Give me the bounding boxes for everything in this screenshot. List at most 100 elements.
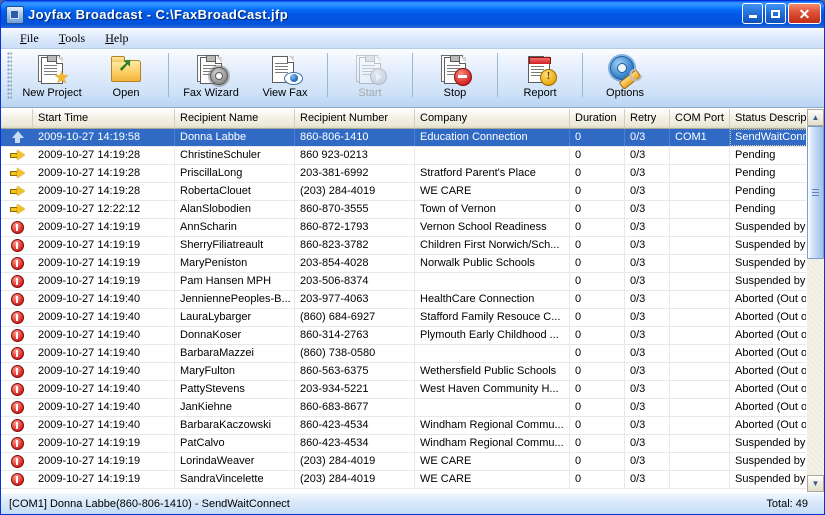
table-row[interactable]: 2009-10-27 14:19:28RobertaClouet(203) 28… bbox=[1, 183, 806, 201]
table-row[interactable]: 2009-10-27 14:19:19SandraVincelette(203)… bbox=[1, 471, 806, 489]
menu-file[interactable]: File bbox=[11, 29, 50, 48]
cell-name: LauraLybarger bbox=[175, 309, 295, 326]
table-row[interactable]: 2009-10-27 14:19:58Donna Labbe860-806-14… bbox=[1, 129, 806, 147]
column-header-company[interactable]: Company bbox=[415, 109, 570, 128]
column-header-status-description[interactable]: Status Description bbox=[730, 109, 806, 128]
toolbar-new-project-label: New Project bbox=[22, 87, 81, 99]
toolbar-separator bbox=[327, 53, 328, 97]
cell-company: Town of Vernon bbox=[415, 201, 570, 218]
close-button[interactable]: ✕ bbox=[788, 3, 821, 24]
table-row[interactable]: 2009-10-27 14:19:40JanKiehne860-683-8677… bbox=[1, 399, 806, 417]
cell-retry: 0/3 bbox=[625, 471, 670, 488]
maximize-button[interactable] bbox=[765, 3, 786, 24]
cell-status: Suspended by user bbox=[730, 255, 806, 272]
scrollbar-thumb[interactable] bbox=[807, 126, 824, 259]
cell-duration: 0 bbox=[570, 165, 625, 182]
cell-status: Aborted (Out of l... bbox=[730, 309, 806, 326]
table-row[interactable]: 2009-10-27 14:19:19LorindaWeaver(203) 28… bbox=[1, 453, 806, 471]
scroll-up-button[interactable]: ▲ bbox=[807, 109, 824, 126]
cell-number: (860) 684-6927 bbox=[295, 309, 415, 326]
cell-number: 860-314-2763 bbox=[295, 327, 415, 344]
toolbar-options[interactable]: Options bbox=[588, 49, 662, 103]
cell-status: Aborted (Out of l... bbox=[730, 291, 806, 308]
row-status-icon-cell bbox=[1, 273, 33, 290]
cell-retry: 0/3 bbox=[625, 291, 670, 308]
cell-retry: 0/3 bbox=[625, 399, 670, 416]
column-header-retry[interactable]: Retry bbox=[625, 109, 670, 128]
table-row[interactable]: 2009-10-27 12:22:12AlanSlobodien860-870-… bbox=[1, 201, 806, 219]
cell-duration: 0 bbox=[570, 453, 625, 470]
cell-duration: 0 bbox=[570, 291, 625, 308]
menu-tools[interactable]: Tools bbox=[50, 29, 97, 48]
cell-duration: 0 bbox=[570, 417, 625, 434]
column-header-status-icon[interactable] bbox=[1, 109, 33, 128]
menu-bar: File Tools Help bbox=[1, 28, 824, 49]
cell-duration: 0 bbox=[570, 129, 625, 146]
fax-queue-listview: Start TimeRecipient NameRecipient Number… bbox=[1, 108, 824, 492]
table-row[interactable]: 2009-10-27 14:19:40PattyStevens203-934-5… bbox=[1, 381, 806, 399]
table-row[interactable]: 2009-10-27 14:19:19PatCalvo860-423-4534W… bbox=[1, 435, 806, 453]
table-row[interactable]: 2009-10-27 14:19:19MaryPeniston203-854-4… bbox=[1, 255, 806, 273]
cell-com bbox=[670, 165, 730, 182]
cell-retry: 0/3 bbox=[625, 309, 670, 326]
toolbar-open[interactable]: ➚ Open bbox=[89, 49, 163, 103]
cell-com bbox=[670, 327, 730, 344]
toolbar-start[interactable]: Start bbox=[333, 49, 407, 103]
cell-start-time: 2009-10-27 12:22:12 bbox=[33, 201, 175, 218]
cell-name: SandraVincelette bbox=[175, 471, 295, 488]
table-row[interactable]: 2009-10-27 14:19:19Pam Hansen MPH203-506… bbox=[1, 273, 806, 291]
toolbar-fax-wizard[interactable]: Fax Wizard bbox=[174, 49, 248, 103]
table-row[interactable]: 2009-10-27 14:19:40LauraLybarger(860) 68… bbox=[1, 309, 806, 327]
cell-company bbox=[415, 273, 570, 290]
menu-help[interactable]: Help bbox=[96, 29, 139, 48]
cell-name: JanKiehne bbox=[175, 399, 295, 416]
row-status-icon-cell bbox=[1, 201, 33, 218]
table-row[interactable]: 2009-10-27 14:19:19AnnScharin860-872-179… bbox=[1, 219, 806, 237]
error-icon bbox=[11, 365, 24, 378]
chevron-down-icon: ▼ bbox=[812, 479, 820, 488]
scroll-down-button[interactable]: ▼ bbox=[807, 475, 824, 492]
minimize-button[interactable] bbox=[742, 3, 763, 24]
toolbar-grip[interactable] bbox=[7, 52, 12, 100]
cell-name: ChristineSchuler bbox=[175, 147, 295, 164]
cell-company: WE CARE bbox=[415, 183, 570, 200]
cell-com bbox=[670, 219, 730, 236]
toolbar-view-fax[interactable]: View Fax bbox=[248, 49, 322, 103]
report-icon: ! bbox=[524, 54, 556, 85]
column-header-com-port[interactable]: COM Port bbox=[670, 109, 730, 128]
toolbar-stop[interactable]: Stop bbox=[418, 49, 492, 103]
cell-number: 860 923-0213 bbox=[295, 147, 415, 164]
column-header-duration[interactable]: Duration bbox=[570, 109, 625, 128]
cell-company: Education Connection bbox=[415, 129, 570, 146]
row-status-icon-cell bbox=[1, 381, 33, 398]
table-row[interactable]: 2009-10-27 14:19:40JenniennePeoples-B...… bbox=[1, 291, 806, 309]
column-header-start-time[interactable]: Start Time bbox=[33, 109, 175, 128]
cell-retry: 0/3 bbox=[625, 363, 670, 380]
table-row[interactable]: 2009-10-27 14:19:40MaryFulton860-563-637… bbox=[1, 363, 806, 381]
cell-number: 860-423-4534 bbox=[295, 435, 415, 452]
column-header-recipient-number[interactable]: Recipient Number bbox=[295, 109, 415, 128]
window-title: Joyfax Broadcast - C:\FaxBroadCast.jfp bbox=[28, 7, 288, 22]
cell-status: Aborted (Out of l... bbox=[730, 327, 806, 344]
row-status-icon-cell bbox=[1, 327, 33, 344]
cell-retry: 0/3 bbox=[625, 165, 670, 182]
window-controls: ✕ bbox=[742, 3, 821, 24]
scrollbar-track[interactable] bbox=[807, 126, 824, 475]
title-bar[interactable]: Joyfax Broadcast - C:\FaxBroadCast.jfp ✕ bbox=[1, 1, 824, 28]
column-header-recipient-name[interactable]: Recipient Name bbox=[175, 109, 295, 128]
cell-name: BarbaraKaczowski bbox=[175, 417, 295, 434]
toolbar-report[interactable]: ! Report bbox=[503, 49, 577, 103]
vertical-scrollbar[interactable]: ▲ ▼ bbox=[806, 109, 824, 492]
list-body: Start TimeRecipient NameRecipient Number… bbox=[1, 109, 806, 492]
table-row[interactable]: 2009-10-27 14:19:40BarbaraKaczowski860-4… bbox=[1, 417, 806, 435]
toolbar-new-project[interactable]: ★ New Project bbox=[15, 49, 89, 103]
table-row[interactable]: 2009-10-27 14:19:19SherryFiliatreault860… bbox=[1, 237, 806, 255]
cell-number: (860) 738-0580 bbox=[295, 345, 415, 362]
table-row[interactable]: 2009-10-27 14:19:28PriscillaLong203-381-… bbox=[1, 165, 806, 183]
table-row[interactable]: 2009-10-27 14:19:40BarbaraMazzei(860) 73… bbox=[1, 345, 806, 363]
cell-number: 860-683-8677 bbox=[295, 399, 415, 416]
error-icon bbox=[11, 221, 24, 234]
table-row[interactable]: 2009-10-27 14:19:40DonnaKoser860-314-276… bbox=[1, 327, 806, 345]
table-row[interactable]: 2009-10-27 14:19:28ChristineSchuler860 9… bbox=[1, 147, 806, 165]
cell-retry: 0/3 bbox=[625, 327, 670, 344]
